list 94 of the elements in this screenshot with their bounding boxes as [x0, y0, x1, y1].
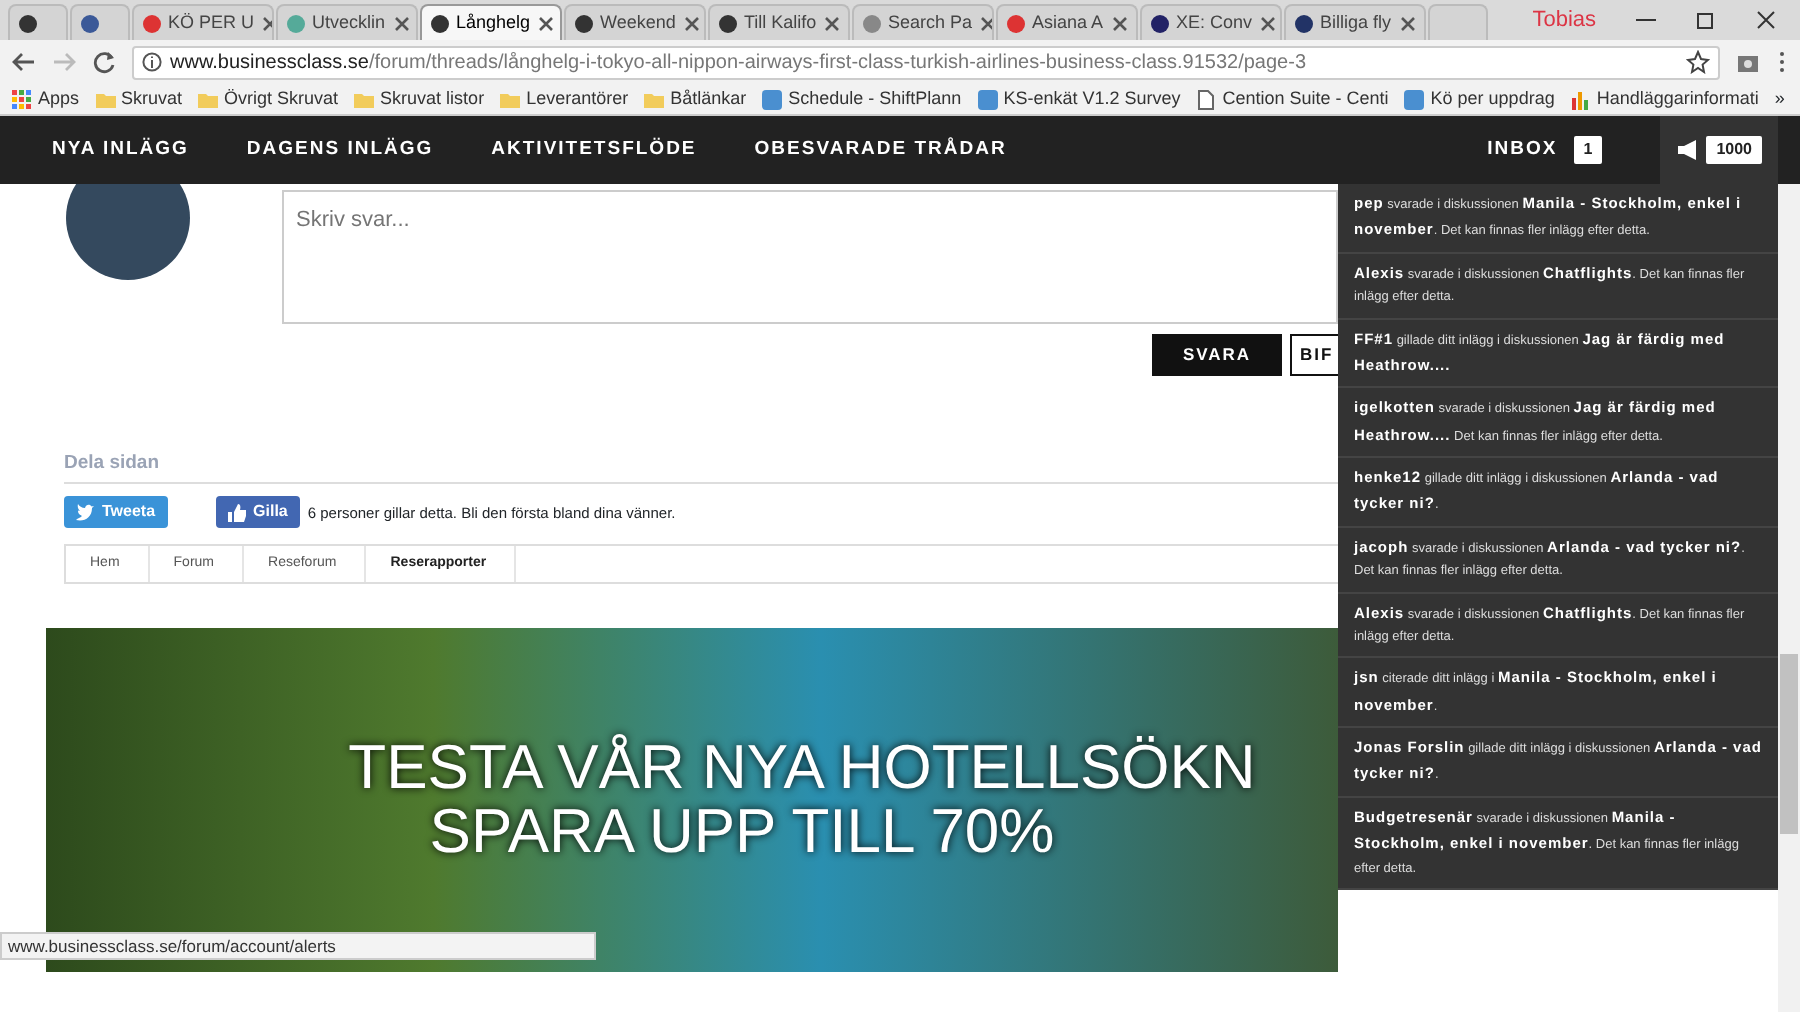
thumbs-up-icon [227, 503, 246, 522]
bar-chart-icon [1570, 89, 1591, 109]
site-icon [80, 13, 100, 33]
site-icon [430, 13, 450, 33]
status-url: www.businessclass.se/forum/account/alerts [0, 932, 596, 960]
tab-title: Billiga fly [1320, 9, 1392, 36]
alerts-count: 1000 [1706, 136, 1762, 164]
site-icon [1294, 13, 1314, 33]
site-icon [718, 13, 738, 33]
browser-tab[interactable]: Till Kalifo [708, 4, 850, 40]
banner-headline: SPARA UPP TILL 70% [427, 800, 1055, 866]
folder-icon [95, 89, 116, 109]
inbox-count: 1 [1573, 136, 1603, 164]
new-tab-button[interactable] [1428, 4, 1488, 40]
browser-tab[interactable]: XE: Conv [1140, 4, 1282, 40]
browser-tab[interactable]: Utvecklin [276, 4, 418, 40]
scrollbar[interactable] [1778, 184, 1800, 1012]
bookmark-link[interactable]: Schedule - ShiftPlann [762, 85, 962, 113]
close-icon [1258, 13, 1279, 33]
banner-headline: TESTA VÅR NYA HOTELLSÖKN [346, 735, 1256, 801]
tab-title: Långhelg [456, 9, 531, 36]
close-icon [1109, 13, 1130, 33]
browser-tab[interactable]: Weekend [564, 4, 706, 40]
tab-title: Till Kalifo [744, 9, 817, 36]
close-icon [1397, 13, 1418, 33]
site-icon [1404, 89, 1425, 109]
url-text: www.businessclass.se/forum/threads/långhelg-i-tokyo-all-nippon-airways-first-class-turkish-airlines-business-class.91532/page-3 [170, 49, 1307, 77]
close-icon [978, 13, 992, 33]
nav-link[interactable]: OBESVARADE TRÅDAR [754, 135, 1007, 165]
info-icon [142, 52, 162, 72]
folder-icon [500, 89, 521, 109]
reload-icon [92, 50, 116, 74]
tab-title: Search Pa [888, 9, 973, 36]
bookmark-link[interactable]: Övrigt Skruvat [198, 85, 339, 113]
site-icon [18, 13, 38, 33]
site-icon [1006, 13, 1026, 33]
browser-tab[interactable]: Asiana A [996, 4, 1138, 40]
address-field[interactable]: www.businessclass.se/forum/threads/långhelg-i-tokyo-all-nippon-airways-first-class-turkish-airlines-business-class.91532/page-3 [132, 45, 1720, 79]
bookmark-link[interactable]: Kö per uppdrag [1404, 85, 1555, 113]
megaphone-icon [1676, 138, 1699, 162]
bookmark-link[interactable]: Skruvat listor [354, 85, 485, 113]
star-icon [1686, 50, 1710, 74]
site-icon [977, 89, 998, 109]
close-icon [536, 13, 557, 33]
folder-icon [354, 89, 375, 109]
site-icon [1150, 13, 1170, 33]
tab-title: Utvecklin [312, 9, 386, 36]
scrollbar-thumb[interactable] [1780, 654, 1798, 834]
folder-icon [644, 89, 665, 109]
browser-tab[interactable]: KÖ PER U [132, 4, 274, 40]
more-bookmarks-button[interactable]: » [1774, 85, 1785, 113]
site-icon [286, 13, 306, 33]
browser-tab[interactable]: Billiga fly [1284, 4, 1426, 40]
folder-icon [198, 89, 219, 109]
close-icon [1756, 10, 1776, 30]
browser-tab[interactable] [70, 4, 130, 40]
browser-tab[interactable] [8, 4, 68, 40]
bookmark-link[interactable]: Skruvat [95, 85, 183, 113]
site-icon [142, 13, 162, 33]
tab-title: Weekend [600, 9, 676, 36]
camera-icon [1736, 50, 1760, 74]
bookmark-link[interactable]: Cention Suite - Centi [1196, 85, 1389, 113]
bookmark-link[interactable]: Leverantörer [500, 85, 629, 113]
browser-tab[interactable]: Search Pa [852, 4, 994, 40]
close-icon [681, 13, 702, 33]
restore-icon [1696, 10, 1716, 30]
bookmark-link[interactable]: KS-enkät V1.2 Survey [977, 85, 1181, 113]
avatar-photo-placeholder [66, 184, 190, 280]
bookmark-link[interactable]: Handläggarinformati [1570, 85, 1759, 113]
page-icon [1196, 89, 1217, 109]
reply-button[interactable]: SVARA [1152, 334, 1282, 376]
nav-link[interactable]: AKTIVITETSFLÖDE [491, 135, 697, 165]
back-icon [12, 50, 36, 74]
apps-icon [12, 89, 32, 109]
close-icon [391, 13, 412, 33]
tab-title: Asiana A [1032, 9, 1104, 36]
like-button[interactable]: Gilla [215, 496, 300, 529]
forward-icon [52, 50, 76, 74]
menu-icon [1776, 50, 1788, 74]
bookmark-link[interactable]: Apps [12, 85, 80, 113]
nav-link[interactable]: DAGENS INLÄGG [246, 135, 434, 165]
site-icon [862, 13, 882, 33]
site-icon [574, 13, 594, 33]
tab-title: XE: Conv [1176, 9, 1253, 36]
reply-field[interactable]: Skriv svar... [282, 190, 1338, 324]
bird-icon [76, 503, 94, 522]
bookmark-link[interactable]: Båtlänkar [644, 85, 747, 113]
alerts-button[interactable]: 1000 [1660, 116, 1778, 184]
close-icon [822, 13, 843, 33]
site-icon [762, 89, 783, 109]
nav-link[interactable]: NYA INLÄGG [52, 135, 189, 165]
browser-tab[interactable]: Långhelg [420, 4, 562, 40]
tab-title: KÖ PER U [168, 9, 255, 36]
inbox-link[interactable]: INBOX [1487, 135, 1558, 165]
